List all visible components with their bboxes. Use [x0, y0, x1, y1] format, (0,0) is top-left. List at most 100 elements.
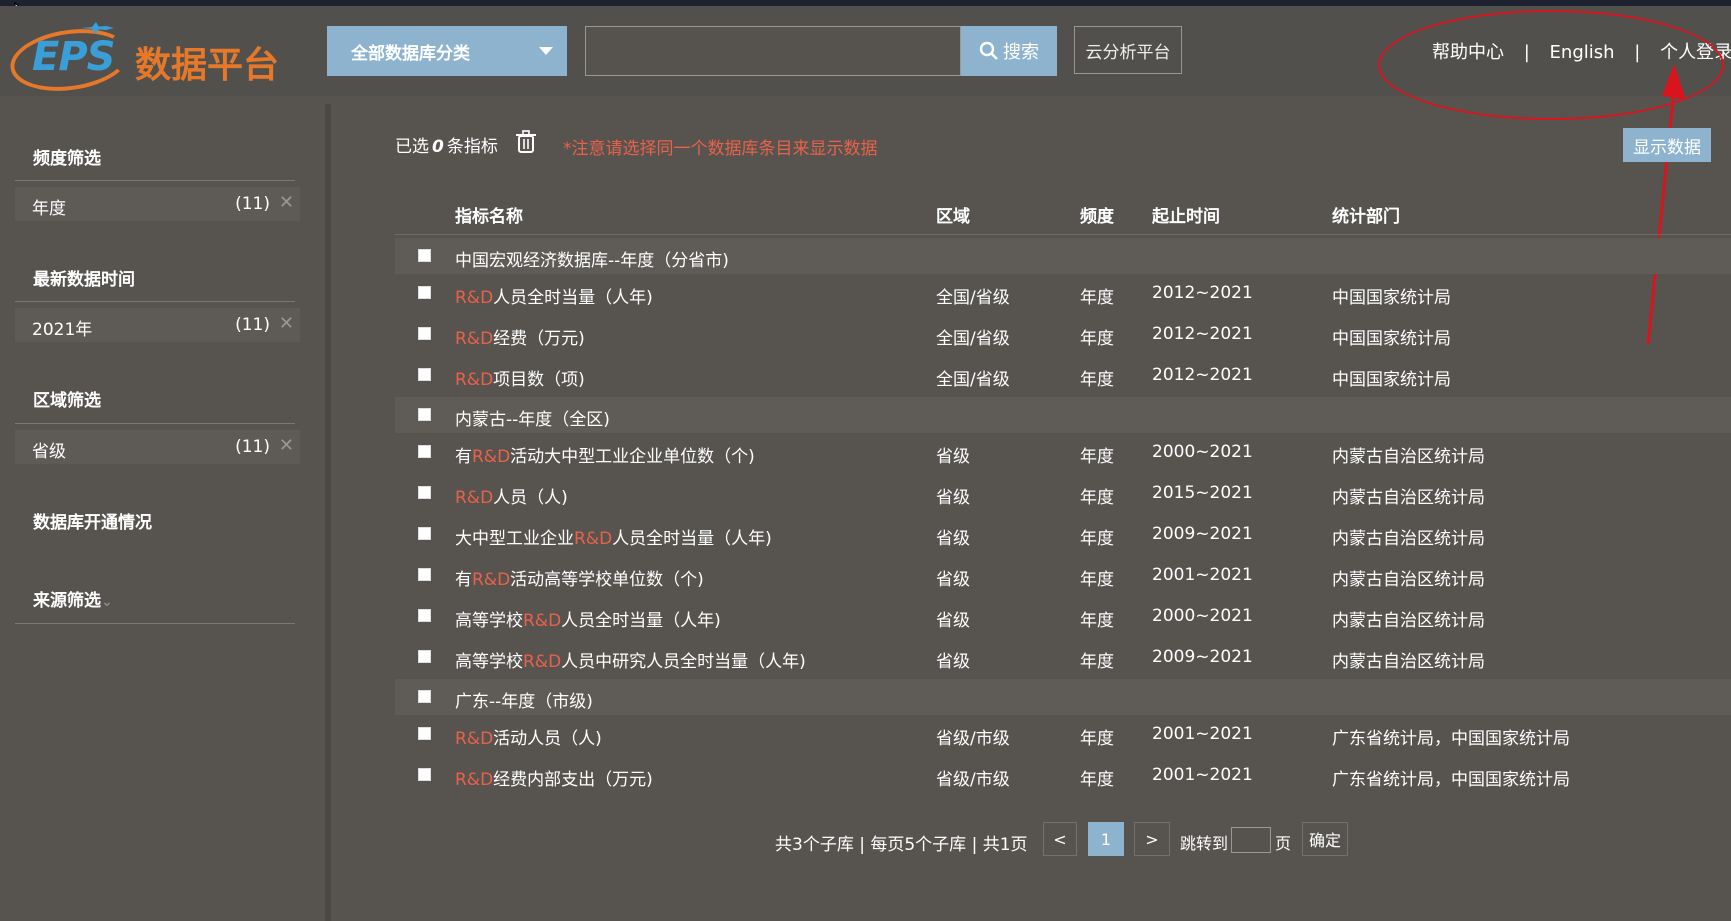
page-unit-label: 页 [1275, 834, 1292, 853]
chip-label: 年度 [32, 199, 66, 219]
region-cell: 全国/省级 [936, 329, 1010, 349]
chip-count: (11) [235, 437, 270, 457]
table-row[interactable]: 有R&D活动高等学校单位数（个) 省级 年度 2001~2021 内蒙古自治区统… [395, 558, 1731, 598]
row-checkbox[interactable] [418, 327, 431, 340]
search-button[interactable]: 搜索 [961, 26, 1057, 76]
table-row[interactable]: R&D项目数（项) 全国/省级 年度 2012~2021 中国国家统计局 [395, 358, 1731, 398]
page-1-button[interactable]: 1 [1088, 822, 1124, 856]
close-icon[interactable]: ✕ [279, 435, 294, 456]
latest-data-time-title: 最新数据时间 [33, 270, 135, 290]
indicator-name[interactable]: 有R&D活动高等学校单位数（个) [455, 565, 704, 590]
table-row[interactable]: R&D人员（人) 省级 年度 2015~2021 内蒙古自治区统计局 [395, 476, 1731, 516]
indicator-name[interactable]: 有R&D活动大中型工业企业单位数（个) [455, 442, 755, 467]
show-data-button[interactable]: 显示数据 [1623, 128, 1711, 162]
close-icon[interactable]: ✕ [279, 313, 294, 334]
jump-to-label: 跳转到 [1180, 834, 1229, 853]
row-checkbox[interactable] [418, 527, 431, 540]
close-icon[interactable]: ✕ [279, 192, 294, 213]
indicator-name[interactable]: 大中型工业企业R&D人员全时当量（人年) [455, 524, 772, 549]
indicator-name[interactable]: R&D人员全时当量（人年) [455, 283, 653, 308]
trash-icon[interactable] [515, 130, 537, 154]
search-icon [979, 41, 998, 60]
department-cell: 内蒙古自治区统计局 [1332, 570, 1485, 590]
table-row[interactable]: R&D活动人员（人) 省级/市级 年度 2001~2021 广东省统计局，中国国… [395, 717, 1731, 757]
department-cell: 广东省统计局，中国国家统计局 [1332, 770, 1570, 790]
table-row[interactable]: 高等学校R&D人员全时当量（人年) 省级 年度 2000~2021 内蒙古自治区… [395, 599, 1731, 639]
logo-eps-text: EPS [32, 34, 115, 80]
region-filter-title: 区域筛选 [33, 391, 101, 411]
table-row[interactable]: R&D人员全时当量（人年) 全国/省级 年度 2012~2021 中国国家统计局 [395, 276, 1731, 316]
indicator-name[interactable]: R&D人员（人) [455, 483, 568, 508]
indicator-name[interactable]: 高等学校R&D人员中研究人员全时当量（人年) [455, 647, 806, 672]
confirm-jump-button[interactable]: 确定 [1302, 822, 1348, 856]
region-filter-chip[interactable]: 省级 (11) ✕ [15, 430, 300, 464]
selected-count: 0 [432, 137, 444, 157]
period-cell: 2012~2021 [1152, 324, 1253, 344]
table-header: 指标名称 区域 频度 起止时间 统计部门 [395, 192, 1731, 235]
frequency-cell: 年度 [1080, 329, 1114, 349]
group-title: 广东--年度（市级) [455, 692, 593, 712]
column-header-name: 指标名称 [455, 207, 523, 227]
indicator-name[interactable]: R&D活动人员（人) [455, 724, 602, 749]
name-suffix: 项目数（项) [493, 370, 585, 390]
database-group-row: 广东--年度（市级) [395, 679, 1731, 715]
row-checkbox[interactable] [418, 445, 431, 458]
frequency-filter-chip[interactable]: 年度 (11) ✕ [15, 187, 300, 221]
indicator-name[interactable]: R&D经费内部支出（万元) [455, 765, 653, 790]
selected-suffix: 条指标 [446, 137, 498, 157]
frequency-cell: 年度 [1080, 288, 1114, 308]
department-cell: 内蒙古自治区统计局 [1332, 447, 1485, 467]
group-checkbox[interactable] [418, 249, 431, 262]
row-checkbox[interactable] [418, 609, 431, 622]
name-highlight: R&D [455, 370, 494, 390]
row-checkbox[interactable] [418, 650, 431, 663]
database-group-row: 中国宏观经济数据库--年度（分省市) [395, 238, 1731, 274]
database-category-select[interactable]: 全部数据库分类 [327, 26, 567, 76]
indicator-name[interactable]: R&D项目数（项) [455, 365, 585, 390]
latest-time-filter-chip[interactable]: 2021年 (11) ✕ [15, 308, 300, 342]
frequency-cell: 年度 [1080, 770, 1114, 790]
name-highlight: R&D [455, 329, 494, 349]
name-prefix: 高等学校 [455, 652, 523, 672]
region-cell: 省级 [936, 447, 970, 467]
row-checkbox[interactable] [418, 368, 431, 381]
department-cell: 广东省统计局，中国国家统计局 [1332, 729, 1570, 749]
divider [15, 623, 295, 624]
database-access-title[interactable]: 数据库开通情况 [33, 508, 152, 533]
group-checkbox[interactable] [418, 408, 431, 421]
name-suffix: 活动大中型工业企业单位数（个) [510, 447, 755, 467]
source-filter-label: 来源筛选 [33, 591, 101, 611]
name-highlight: R&D [472, 570, 511, 590]
table-row[interactable]: 大中型工业企业R&D人员全时当量（人年) 省级 年度 2009~2021 内蒙古… [395, 517, 1731, 557]
table-row[interactable]: R&D经费（万元) 全国/省级 年度 2012~2021 中国国家统计局 [395, 317, 1731, 357]
indicator-name[interactable]: 高等学校R&D人员全时当量（人年) [455, 606, 721, 631]
prev-page-button[interactable]: < [1043, 822, 1077, 856]
name-suffix: 经费（万元) [493, 329, 585, 349]
divider [15, 180, 295, 181]
eps-logo[interactable]: EPS 数据平台 [6, 21, 280, 99]
source-filter-title[interactable]: 来源筛选⌄ [33, 586, 113, 611]
group-checkbox[interactable] [418, 690, 431, 703]
region-cell: 全国/省级 [936, 370, 1010, 390]
table-row[interactable]: 高等学校R&D人员中研究人员全时当量（人年) 省级 年度 2009~2021 内… [395, 640, 1731, 680]
next-page-button[interactable]: > [1134, 822, 1170, 856]
table-row[interactable]: R&D经费内部支出（万元) 省级/市级 年度 2001~2021 广东省统计局，… [395, 758, 1731, 798]
row-checkbox[interactable] [418, 727, 431, 740]
row-checkbox[interactable] [418, 768, 431, 781]
jump-page-input[interactable] [1231, 827, 1271, 853]
name-suffix: 活动人员（人) [493, 729, 602, 749]
department-cell: 内蒙古自治区统计局 [1332, 652, 1485, 672]
row-checkbox[interactable] [418, 568, 431, 581]
selection-notice: *注意请选择同一个数据库条目来显示数据 [563, 139, 878, 159]
indicator-name[interactable]: R&D经费（万元) [455, 324, 585, 349]
period-cell: 2012~2021 [1152, 283, 1253, 303]
cloud-analysis-button[interactable]: 云分析平台 [1074, 26, 1182, 74]
table-row[interactable]: 有R&D活动大中型工业企业单位数（个) 省级 年度 2000~2021 内蒙古自… [395, 435, 1731, 475]
column-header-department: 统计部门 [1332, 207, 1400, 227]
selected-prefix: 已选 [395, 137, 429, 157]
row-checkbox[interactable] [418, 486, 431, 499]
name-prefix: 大中型工业企业 [455, 529, 574, 549]
search-input[interactable] [585, 26, 961, 76]
row-checkbox[interactable] [418, 286, 431, 299]
frequency-cell: 年度 [1080, 570, 1114, 590]
